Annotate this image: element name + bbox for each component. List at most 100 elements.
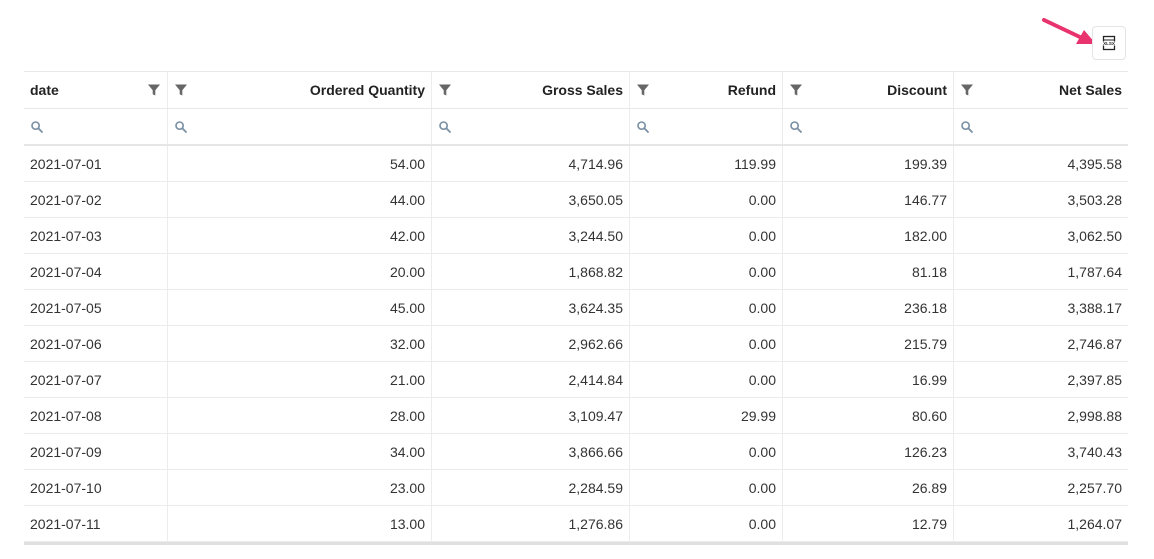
cell-net_sales: 2,257.70	[1067, 479, 1123, 496]
cell-date: 2021-07-02	[24, 182, 168, 217]
cell-discount: 80.60	[783, 398, 954, 433]
column-header-label: Ordered Quantity	[309, 82, 425, 98]
cell-ordered_quantity: 28.00	[168, 398, 432, 433]
cell-refund: 0.00	[630, 218, 783, 253]
cell-date: 2021-07-09	[24, 434, 168, 469]
filter-input-date[interactable]	[48, 118, 161, 135]
data-grid: date Ordered Quantity Gross Sales Refund Dis…	[24, 71, 1128, 545]
cell-net_sales: 3,388.17	[1067, 299, 1123, 316]
cell-gross_sales: 2,414.84	[432, 362, 630, 397]
cell-ordered_quantity: 23.00	[168, 470, 432, 505]
filter-row	[24, 109, 1128, 146]
cell-net_sales: 2,998.88	[1067, 407, 1123, 424]
cell-gross_sales: 3,624.35	[432, 290, 630, 325]
filter-funnel-icon[interactable]	[636, 83, 650, 97]
filter-funnel-icon[interactable]	[789, 83, 803, 97]
filter-funnel-icon[interactable]	[960, 83, 974, 97]
cell-ordered_quantity: 20.00	[168, 254, 432, 289]
table-row[interactable]: 2021-07-10 23.00 2,284.59 0.00 26.89 2,257.70	[24, 470, 1128, 506]
cell-ordered_quantity: 45.00	[168, 290, 432, 325]
cell-date: 2021-07-05	[24, 290, 168, 325]
filter-funnel-icon[interactable]	[438, 83, 452, 97]
cell-net_sales: 4,395.58	[1067, 155, 1123, 172]
cell-net_sales: 1,264.07	[1067, 515, 1123, 532]
cell-date: 2021-07-04	[24, 254, 168, 289]
cell-discount: 215.79	[783, 326, 954, 361]
column-header-gross_sales[interactable]: Gross Sales	[432, 72, 630, 108]
cell-date: 2021-07-06	[24, 326, 168, 361]
filter-input-discount[interactable]	[807, 118, 947, 135]
cell-refund: 0.00	[630, 362, 783, 397]
cell-date: 2021-07-07	[24, 362, 168, 397]
table-row[interactable]: 2021-07-04 20.00 1,868.82 0.00 81.18 1,787.64	[24, 254, 1128, 290]
cell-date: 2021-07-03	[24, 218, 168, 253]
table-row[interactable]: 2021-07-03 42.00 3,244.50 0.00 182.00 3,062.5…	[24, 218, 1128, 254]
cell-refund: 0.00	[630, 506, 783, 541]
cell-ordered_quantity: 34.00	[168, 434, 432, 469]
cell-discount: 81.18	[783, 254, 954, 289]
cell-discount: 12.79	[783, 506, 954, 541]
column-header-net_sales[interactable]: Net Sales	[954, 72, 1128, 108]
cell-ordered_quantity: 42.00	[168, 218, 432, 253]
filter-cell-discount	[783, 109, 954, 144]
cell-refund: 0.00	[630, 290, 783, 325]
table-row[interactable]: 2021-07-09 34.00 3,866.66 0.00 126.23 3,740.4…	[24, 434, 1128, 470]
cell-net_sales: 2,397.85	[1067, 371, 1123, 388]
filter-cell-gross_sales	[432, 109, 630, 144]
cell-refund: 119.99	[630, 146, 783, 181]
column-header-label: Net Sales	[1058, 82, 1122, 98]
table-row[interactable]: 2021-07-02 44.00 3,650.05 0.00 146.77 3,503.2…	[24, 182, 1128, 218]
cell-discount: 126.23	[783, 434, 954, 469]
search-icon	[439, 120, 451, 133]
filter-cell-ordered_quantity	[168, 109, 432, 144]
filter-input-ordered_quantity[interactable]	[192, 118, 425, 135]
column-header-label: date	[30, 82, 59, 98]
column-header-discount[interactable]: Discount	[783, 72, 954, 108]
cell-date: 2021-07-01	[24, 146, 168, 181]
export-icon-text: XLSX	[1103, 41, 1115, 46]
cell-gross_sales: 2,284.59	[432, 470, 630, 505]
filter-cell-net_sales	[954, 109, 1128, 144]
cell-date: 2021-07-11	[24, 506, 168, 541]
filter-input-net_sales[interactable]	[978, 118, 1122, 135]
table-row[interactable]: 2021-07-11 13.00 1,276.86 0.00 12.79 1,264.07	[24, 506, 1128, 542]
column-header-label: Gross Sales	[542, 82, 623, 98]
cell-gross_sales: 1,868.82	[432, 254, 630, 289]
cell-ordered_quantity: 54.00	[168, 146, 432, 181]
cell-gross_sales: 1,276.86	[432, 506, 630, 541]
cell-net_sales: 2,746.87	[1067, 335, 1123, 352]
table-row[interactable]: 2021-07-01 54.00 4,714.96 119.99 199.39 4,395…	[24, 146, 1128, 182]
cell-gross_sales: 4,714.96	[432, 146, 630, 181]
cell-date: 2021-07-08	[24, 398, 168, 433]
search-icon	[637, 120, 649, 133]
table-row[interactable]: 2021-07-06 32.00 2,962.66 0.00 215.79 2,746.8…	[24, 326, 1128, 362]
cell-ordered_quantity: 32.00	[168, 326, 432, 361]
filter-funnel-icon[interactable]	[174, 83, 188, 97]
column-header-label: Discount	[887, 82, 947, 98]
cell-discount: 26.89	[783, 470, 954, 505]
cell-refund: 0.00	[630, 182, 783, 217]
filter-cell-date	[24, 109, 168, 144]
header-row: date Ordered Quantity Gross Sales Refund Dis…	[24, 72, 1128, 109]
cell-refund: 29.99	[630, 398, 783, 433]
column-header-date[interactable]: date	[24, 72, 168, 108]
table-body: 2021-07-01 54.00 4,714.96 119.99 199.39 4,395…	[24, 146, 1128, 542]
export-xlsx-button[interactable]: XLSX	[1092, 26, 1126, 60]
filter-input-gross_sales[interactable]	[456, 118, 623, 135]
column-header-ordered_quantity[interactable]: Ordered Quantity	[168, 72, 432, 108]
search-icon	[31, 120, 43, 133]
cell-ordered_quantity: 44.00	[168, 182, 432, 217]
column-header-refund[interactable]: Refund	[630, 72, 783, 108]
filter-funnel-icon[interactable]	[147, 83, 161, 97]
table-row[interactable]: 2021-07-07 21.00 2,414.84 0.00 16.99 2,397.85	[24, 362, 1128, 398]
search-icon	[961, 120, 973, 133]
table-row[interactable]: 2021-07-08 28.00 3,109.47 29.99 80.60 2,998.8…	[24, 398, 1128, 434]
table-row[interactable]: 2021-07-05 45.00 3,624.35 0.00 236.18 3,388.1…	[24, 290, 1128, 326]
cell-ordered_quantity: 21.00	[168, 362, 432, 397]
filter-input-refund[interactable]	[654, 118, 776, 135]
cell-refund: 0.00	[630, 254, 783, 289]
cell-discount: 236.18	[783, 290, 954, 325]
xlsx-export-icon: XLSX	[1101, 35, 1117, 51]
cell-date: 2021-07-10	[24, 470, 168, 505]
cell-gross_sales: 3,244.50	[432, 218, 630, 253]
